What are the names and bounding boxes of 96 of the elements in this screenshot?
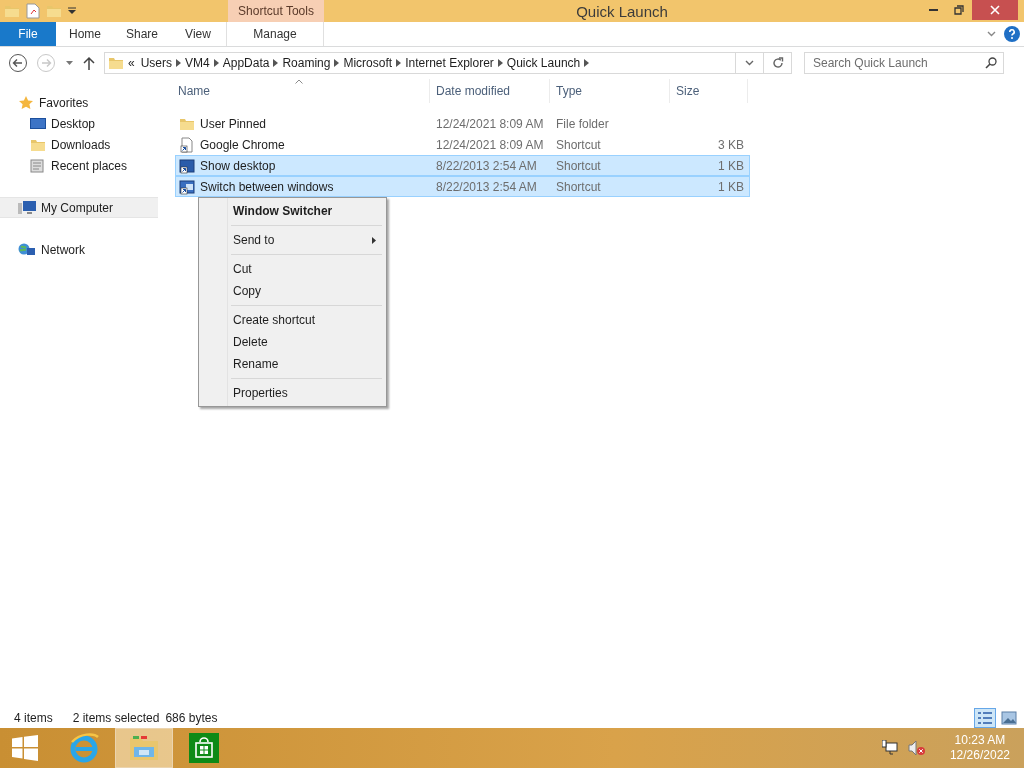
menu-item[interactable]: Send to [201,229,384,251]
menu-item[interactable]: Cut [201,258,384,280]
chevron-right-icon [497,59,503,67]
muted-speaker-icon[interactable] [907,740,926,756]
up-arrow-icon [83,56,95,70]
chevron-right-icon [396,59,402,67]
breadcrumb[interactable]: Quick Launch [504,56,583,70]
date-modified: 8/22/2013 2:54 AM [436,179,537,194]
contextual-tab-group: Shortcut Tools [228,0,324,22]
monitor-icon [30,116,46,131]
store-icon [189,733,219,763]
overflow-chevron[interactable]: « [126,56,137,70]
menu-item[interactable]: Create shortcut [201,309,384,331]
chevron-down-icon [745,60,754,66]
file-name: User Pinned [200,116,267,131]
column-header[interactable]: Size [670,79,748,103]
help-icon[interactable] [1004,26,1020,42]
window-shortcut-icon [179,157,195,174]
date-modified: 12/24/2021 8:09 AM [436,116,544,131]
navigation-item[interactable]: My Computer [0,197,158,218]
column-header[interactable]: Name [175,79,430,103]
address-bar[interactable]: « Users VM4 AppData Roaming Microsoft Internet Explorer Quick Launch [104,52,792,74]
menu-item[interactable]: Copy [201,280,384,302]
menu-item[interactable]: Rename [201,353,384,375]
file-row[interactable]: User Pinned 12/24/2021 8:09 AM File folder [175,113,750,134]
properties-icon[interactable] [26,3,40,19]
details-view-icon [977,710,993,725]
minimize-icon [928,9,938,11]
new-folder-icon [46,3,62,19]
breadcrumb[interactable]: AppData [220,56,272,70]
thumbnails-view-icon [1001,710,1017,725]
file-type: File folder [556,116,609,131]
window-title: Quick Launch [576,2,668,20]
customize-dropdown-icon[interactable] [68,7,76,15]
file-explorer-icon [128,733,160,763]
browser-icon [68,732,100,764]
caret-icon [65,61,73,65]
computer-icon [18,199,36,216]
file-row[interactable]: Google Chrome 12/24/2021 8:09 AM Shortcut 3 KB [175,134,750,155]
selection-size: 686 bytes [165,710,218,725]
file-size: 1 KB [718,179,744,194]
item-count: 4 items [14,710,53,725]
file-type: Shortcut [556,179,601,194]
submenu-arrow-icon [372,236,376,244]
date-modified: 8/22/2013 2:54 AM [436,158,537,173]
ribbon-tab[interactable]: Manage [226,22,324,46]
breadcrumb[interactable]: Microsoft [341,56,395,70]
chevron-right-icon [334,59,340,67]
restore-icon [954,5,964,15]
breadcrumb[interactable]: Users [138,56,175,70]
view-button[interactable] [974,707,996,728]
breadcrumb[interactable]: VM4 [183,56,212,70]
file-row[interactable]: Switch between windows 8/22/2013 2:54 AM Shortcut 1 KB [175,176,750,197]
file-name: Show desktop [200,158,276,173]
file-row[interactable]: Show desktop 8/22/2013 2:54 AM Shortcut 1 KB [175,155,750,176]
chevron-right-icon [584,59,590,67]
date-modified: 12/24/2021 8:09 AM [436,137,544,152]
star-icon [18,94,34,111]
search-field[interactable]: Search Quick Launch [804,52,1004,74]
ribbon-tab[interactable]: File [0,22,56,46]
navigation-item[interactable]: Network [0,239,158,260]
menu-item[interactable]: Delete [201,331,384,353]
file-name: Google Chrome [200,137,285,152]
recent-places-icon [30,157,46,174]
breadcrumb[interactable]: Roaming [280,56,333,70]
menu-item[interactable]: Properties [201,382,384,404]
search-icon [985,57,997,69]
file-size: 3 KB [718,137,744,152]
file-name: Switch between windows [200,179,334,194]
folder-icon [108,55,124,71]
chevron-right-icon [273,59,279,67]
back-button[interactable] [6,51,30,75]
windows-logo-icon [12,735,38,761]
file-size: 1 KB [718,158,744,173]
folder-icon [4,3,20,19]
column-header[interactable]: Date modified [430,79,550,103]
navigation-item[interactable]: Desktop [0,113,158,134]
document-shortcut-icon [179,136,195,153]
menu-item[interactable]: Window Switcher [201,200,384,222]
chevron-right-icon [176,59,182,67]
chevron-right-icon [213,59,219,67]
network-icon [18,241,36,258]
navigation-item[interactable]: Downloads [0,134,158,155]
close-button[interactable] [972,0,1018,20]
file-type: Shortcut [556,137,601,152]
refresh-icon [771,57,784,69]
expand-ribbon-icon[interactable] [987,31,996,37]
selection-count: 2 items selected [72,710,160,725]
file-type: Shortcut [556,158,601,173]
breadcrumb[interactable]: Internet Explorer [403,56,496,70]
network-status-icon[interactable] [881,740,898,756]
navigation-item[interactable]: Favorites [0,92,158,113]
navigation-item[interactable]: Recent places [0,155,158,176]
close-icon [990,5,1000,15]
window-shortcut-icon [179,178,195,195]
column-header[interactable]: Type [550,79,670,103]
